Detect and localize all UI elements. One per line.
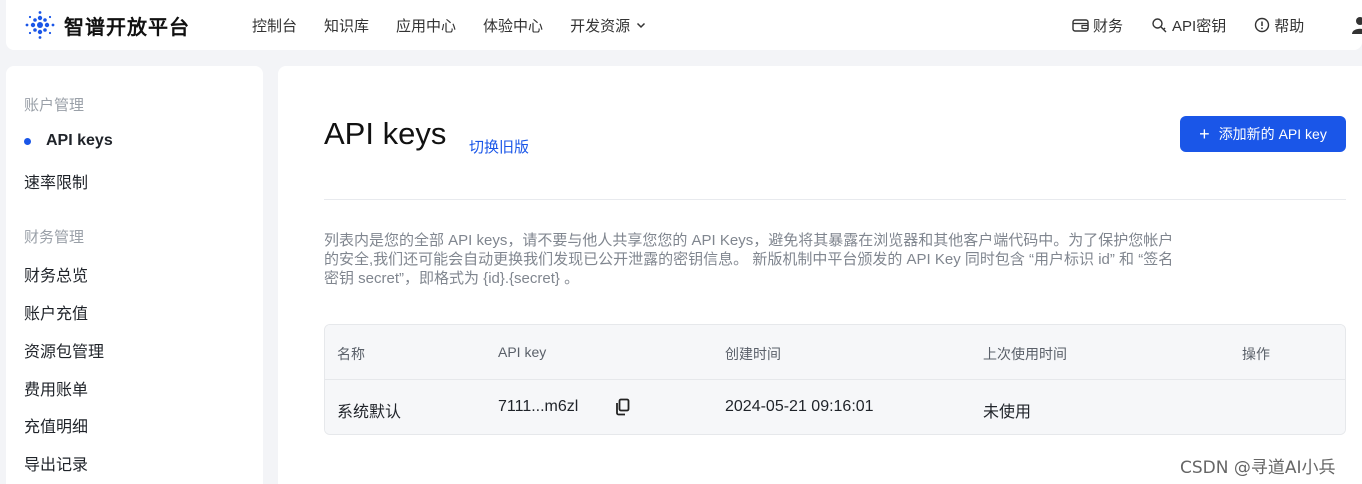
switch-old-version-link[interactable]: 切换旧版 bbox=[469, 136, 529, 157]
sidebar-item-label: API keys bbox=[46, 132, 113, 149]
top-navbar: 智谱开放平台 控制台 知识库 应用中心 体验中心 开发资源 财务 API密钥 帮… bbox=[6, 0, 1362, 50]
nav-help-label: 帮助 bbox=[1274, 17, 1305, 35]
divider bbox=[324, 199, 1346, 200]
active-indicator-icon bbox=[24, 137, 31, 145]
key-icon bbox=[1152, 18, 1167, 33]
cell-api-key: 7111...m6zl bbox=[498, 398, 579, 415]
nav-finance[interactable]: 财务 bbox=[1072, 15, 1123, 36]
add-api-key-button[interactable]: + 添加新的 API key bbox=[1180, 116, 1346, 152]
column-header-created: 创建时间 bbox=[725, 346, 781, 362]
column-header-actions: 操作 bbox=[1242, 346, 1270, 362]
description-text: 列表内是您的全部 API keys，请不要与他人共享您您的 API Keys，避… bbox=[324, 232, 1174, 287]
main-content: API keys 切换旧版 + 添加新的 API key 列表内是您的全部 AP… bbox=[278, 66, 1362, 484]
nav-app-center[interactable]: 应用中心 bbox=[396, 15, 456, 36]
column-header-name: 名称 bbox=[337, 346, 365, 362]
column-header-last-used: 上次使用时间 bbox=[983, 346, 1067, 362]
cell-last-used: 未使用 bbox=[983, 404, 1032, 421]
sidebar-item-billing[interactable]: 费用账单 bbox=[24, 376, 88, 400]
table-row: 系统默认 7111...m6zl 2024-05-21 09:16:01 未使用 bbox=[325, 380, 1345, 434]
cell-name: 系统默认 bbox=[337, 404, 402, 421]
sidebar-item-api-keys[interactable]: API keys bbox=[24, 132, 113, 150]
logo[interactable]: 智谱开放平台 bbox=[22, 10, 190, 40]
sidebar-group-account: 账户管理 bbox=[24, 97, 85, 114]
nav-console[interactable]: 控制台 bbox=[252, 15, 297, 36]
api-keys-table: 名称 API key 创建时间 上次使用时间 操作 系统默认 7111...m6… bbox=[324, 324, 1346, 435]
copy-icon[interactable] bbox=[615, 398, 631, 416]
nav-dev-resources[interactable]: 开发资源 bbox=[570, 15, 646, 36]
sidebar-item-finance-overview[interactable]: 财务总览 bbox=[24, 262, 88, 286]
page-title: API keys bbox=[324, 116, 447, 151]
main-nav: 控制台 知识库 应用中心 体验中心 开发资源 bbox=[252, 0, 673, 50]
logo-icon bbox=[25, 11, 55, 39]
nav-experience-center[interactable]: 体验中心 bbox=[483, 15, 543, 36]
sidebar-item-rate-limit[interactable]: 速率限制 bbox=[24, 169, 88, 193]
sidebar-item-export-records[interactable]: 导出记录 bbox=[24, 451, 88, 475]
cell-created: 2024-05-21 09:16:01 bbox=[725, 398, 874, 415]
help-icon bbox=[1255, 17, 1270, 33]
sidebar-item-recharge-details[interactable]: 充值明细 bbox=[24, 413, 88, 437]
sidebar-group-finance: 财务管理 bbox=[24, 229, 85, 246]
nav-dev-resources-label: 开发资源 bbox=[570, 17, 631, 35]
add-api-key-label: 添加新的 API key bbox=[1218, 126, 1327, 142]
wallet-icon bbox=[1072, 18, 1089, 32]
sidebar: 账户管理 API keys 速率限制 财务管理 财务总览 账户充值 资源包管理 … bbox=[6, 66, 263, 484]
user-avatar-icon[interactable] bbox=[1352, 16, 1362, 34]
column-header-api-key: API key bbox=[498, 344, 547, 360]
sidebar-item-recharge[interactable]: 账户充值 bbox=[24, 300, 88, 324]
nav-api-key-label: API密钥 bbox=[1172, 17, 1227, 35]
plus-icon: + bbox=[1199, 124, 1210, 144]
nav-help[interactable]: 帮助 bbox=[1254, 15, 1304, 36]
logo-text: 智谱开放平台 bbox=[64, 14, 190, 39]
right-nav: 财务 API密钥 帮助 bbox=[1072, 0, 1332, 50]
watermark: CSDN @寻道AI小兵 bbox=[1180, 458, 1336, 478]
nav-api-key[interactable]: API密钥 bbox=[1151, 15, 1226, 36]
nav-knowledge-base[interactable]: 知识库 bbox=[324, 15, 369, 36]
chevron-down-icon bbox=[637, 22, 646, 29]
nav-finance-label: 财务 bbox=[1093, 17, 1124, 35]
sidebar-item-resource-packs[interactable]: 资源包管理 bbox=[24, 338, 104, 362]
table-header: 名称 API key 创建时间 上次使用时间 操作 bbox=[325, 325, 1345, 380]
